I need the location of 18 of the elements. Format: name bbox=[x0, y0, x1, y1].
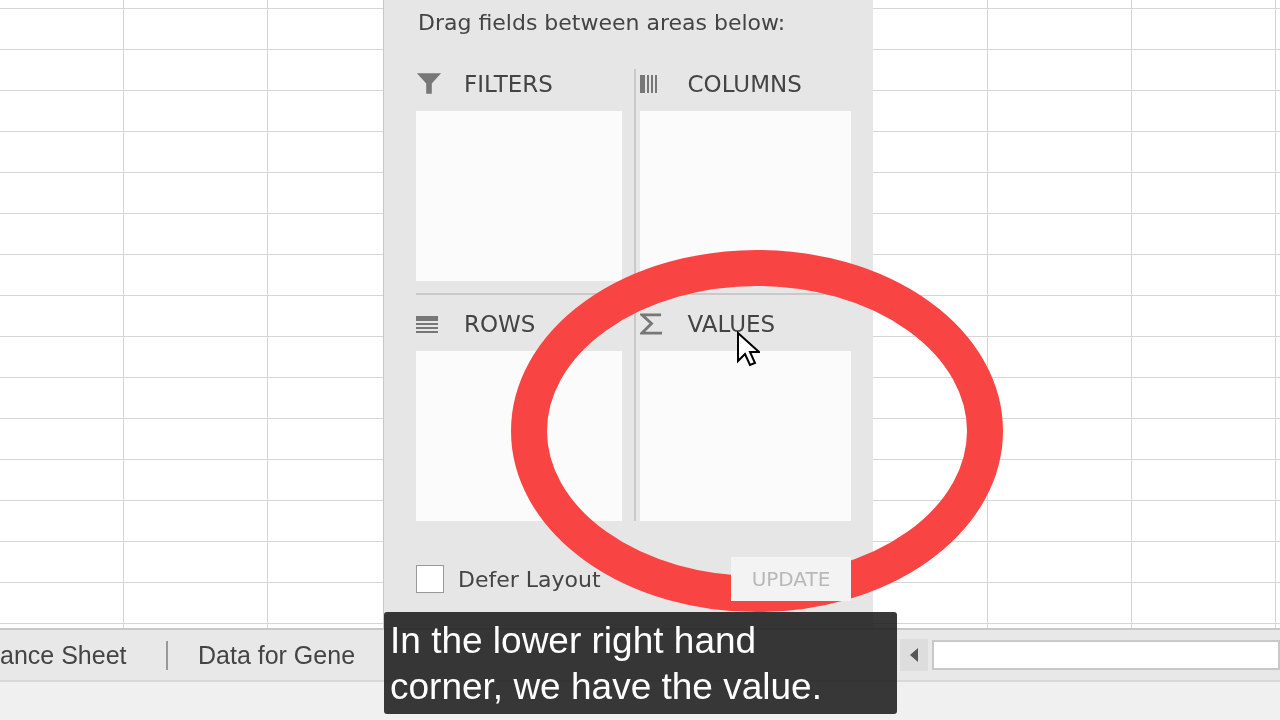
sheet-tab[interactable]: Data for Gene bbox=[166, 640, 356, 670]
scroll-left-button[interactable] bbox=[900, 639, 928, 671]
area-label: COLUMNS bbox=[687, 71, 802, 97]
area-label: VALUES bbox=[687, 311, 776, 337]
mouse-cursor-icon bbox=[736, 331, 760, 367]
sheet-tab[interactable]: ance Sheet bbox=[0, 640, 166, 670]
caret-icon bbox=[910, 648, 918, 662]
area-label: ROWS bbox=[464, 311, 536, 337]
columns-icon bbox=[639, 75, 657, 93]
checkbox-label: Defer Layout bbox=[458, 566, 601, 592]
subtitle-tooltip: In the lower right hand corner, we have the value. bbox=[384, 612, 897, 714]
filter-icon bbox=[416, 73, 442, 95]
checkbox[interactable] bbox=[416, 565, 444, 593]
panel-instruction: Drag fields between areas below: bbox=[418, 10, 787, 35]
sigma-icon bbox=[639, 313, 663, 335]
area-label: FILTERS bbox=[464, 71, 553, 97]
horizontal-scrollbar[interactable] bbox=[932, 640, 1280, 670]
rows-icon bbox=[416, 315, 438, 333]
